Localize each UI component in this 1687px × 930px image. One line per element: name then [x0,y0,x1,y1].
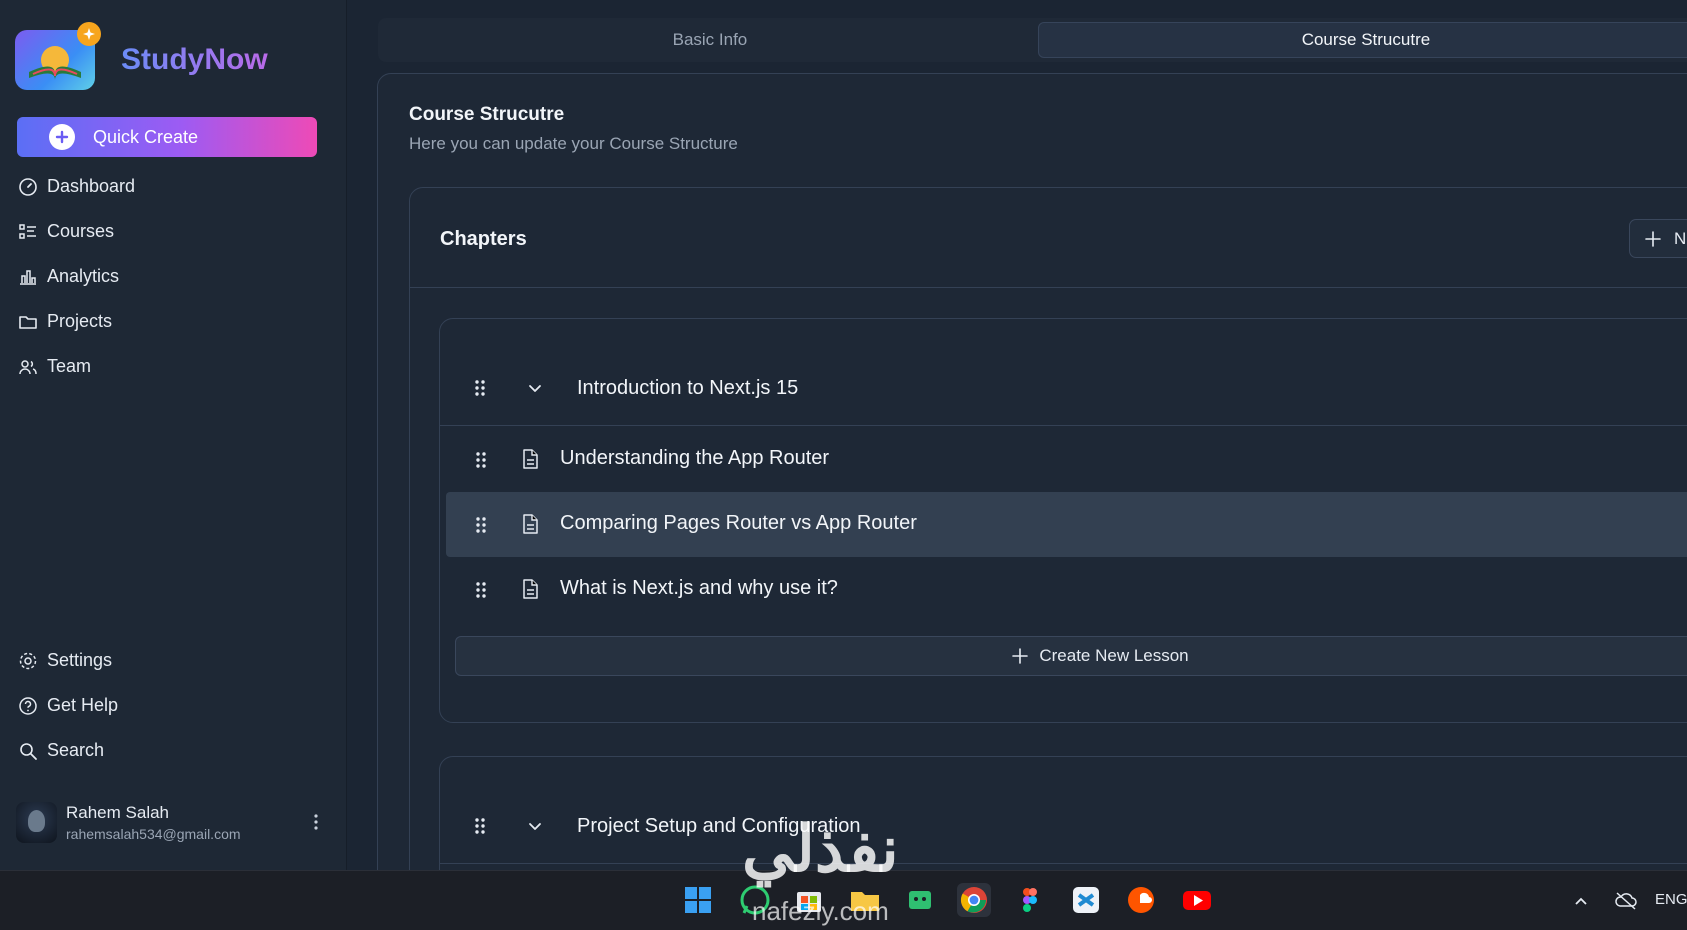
brand[interactable]: StudyNow [15,22,268,90]
nav-secondary: Settings Get Help Search [18,638,118,773]
sidebar-item-label: Projects [47,311,113,331]
chevron-up-icon[interactable] [1573,893,1589,909]
chevron-down-icon[interactable] [526,379,544,397]
chapter-header[interactable]: Project Setup and Configuration [440,757,1687,864]
create-lesson-label: Create New Lesson [1039,646,1189,665]
watermark-arabic: نفذلي [742,813,899,885]
sidebar-item-get-help[interactable]: Get Help [18,683,118,728]
file-text-icon [523,579,538,599]
tab-basic-info[interactable]: Basic Info [382,22,1038,58]
cloud-off-icon[interactable] [1614,891,1638,911]
drag-handle-icon[interactable] [474,451,488,469]
logo [15,22,101,90]
chapter-header[interactable]: Introduction to Next.js 15 [440,319,1687,426]
sidebar-item-label: Analytics [47,266,120,286]
plus-circle-icon [49,124,75,150]
lesson-item[interactable]: Understanding the App Router [446,427,1687,492]
file-text-icon [523,514,538,534]
windows-start-icon[interactable] [681,883,715,917]
sidebar-item-dashboard[interactable]: Dashboard [18,164,135,209]
watermark-latin: nafezly.com [752,896,889,926]
sidebar-item-search[interactable]: Search [18,728,118,773]
user-profile[interactable]: Rahem Salah rahemsalah534@gmail.com [16,800,326,844]
drag-handle-icon[interactable] [473,817,487,835]
sidebar-item-label: Courses [47,221,115,241]
tab-course-structure[interactable]: Course Strucutre [1037,22,1687,58]
plus-icon [1645,230,1661,247]
sidebar: StudyNow Quick Create Dashboard Courses … [0,0,347,870]
drag-handle-icon[interactable] [474,516,488,534]
chevron-down-icon[interactable] [526,817,544,835]
user-name: Rahem Salah [66,802,170,822]
sidebar-item-label: Team [47,356,92,376]
language-indicator[interactable]: ENG [1655,891,1687,908]
chapter-title: Introduction to Next.js 15 [577,377,799,399]
search-icon [20,742,37,760]
drag-handle-icon[interactable] [473,379,487,397]
lesson-title: What is Next.js and why use it? [560,577,838,599]
card-title: Course Strucutre [409,104,565,125]
vscode-icon[interactable] [1069,883,1103,917]
plus-icon [1012,648,1029,664]
user-email: rahemsalah534@gmail.com [66,825,241,842]
lesson-item[interactable]: What is Next.js and why use it? [446,557,1687,622]
quick-create-button[interactable]: Quick Create [17,117,317,157]
bar-chart-icon [20,269,36,285]
sidebar-item-team[interactable]: Team [18,344,135,389]
users-icon [19,359,37,374]
brand-name: StudyNow [121,43,268,76]
sparkle-icon [77,22,101,46]
sidebar-item-label: Search [47,740,105,760]
gear-icon [19,652,37,669]
figma-icon[interactable] [1013,883,1047,917]
file-text-icon [523,449,538,469]
avatar [16,801,57,843]
lesson-title: Understanding the App Router [560,447,830,469]
sidebar-item-settings[interactable]: Settings [18,638,118,683]
tab-bar: Basic Info Course Strucutre [378,18,1687,62]
sidebar-item-label: Settings [47,650,113,670]
chapters-header: Chapters Ne [410,188,1687,288]
list-icon [19,223,36,239]
new-chapter-button[interactable]: Ne [1629,219,1687,258]
lesson-item[interactable]: Comparing Pages Router vs App Router [446,492,1687,557]
soundcloud-icon[interactable] [1124,883,1158,917]
help-circle-icon [19,696,37,715]
lesson-title: Comparing Pages Router vs App Router [560,512,917,534]
chapter-card: Introduction to Next.js 15 Understanding… [439,318,1687,723]
create-lesson-button[interactable]: Create New Lesson [455,636,1687,676]
more-vertical-icon[interactable] [306,810,326,834]
nav-main: Dashboard Courses Analytics Projects Tea… [18,164,135,389]
folder-icon [19,315,37,329]
chapters-title: Chapters [440,228,527,250]
quick-create-label: Quick Create [93,126,199,147]
gauge-icon [19,177,37,196]
chrome-icon[interactable] [957,883,991,917]
sidebar-item-analytics[interactable]: Analytics [18,254,135,299]
sidebar-item-label: Get Help [47,695,119,715]
sidebar-item-courses[interactable]: Courses [18,209,135,254]
android-studio-icon[interactable] [903,883,937,917]
sidebar-item-label: Dashboard [47,176,136,196]
drag-handle-icon[interactable] [474,581,488,599]
sidebar-item-projects[interactable]: Projects [18,299,135,344]
card-subtitle: Here you can update your Course Structur… [409,134,738,153]
youtube-icon[interactable] [1180,883,1214,917]
new-chapter-label: Ne [1674,228,1687,248]
